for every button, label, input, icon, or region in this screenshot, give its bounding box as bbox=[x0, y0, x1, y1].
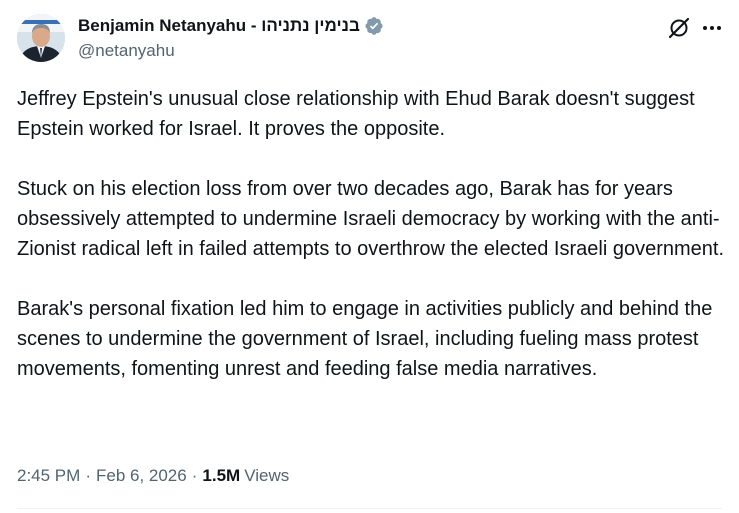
tweet-paragraph: Stuck on his election loss from over two… bbox=[17, 178, 725, 260]
grok-icon[interactable] bbox=[667, 16, 691, 40]
author-name-row[interactable]: Benjamin Netanyahu - בנימין נתניהו bbox=[78, 15, 384, 37]
avatar[interactable] bbox=[17, 14, 65, 62]
meta-separator: · bbox=[191, 466, 198, 485]
tweet-paragraph: Barak's personal fixation led him to eng… bbox=[17, 298, 713, 380]
author-display-name[interactable]: Benjamin Netanyahu - בנימין נתניהו bbox=[78, 16, 360, 36]
author-handle[interactable]: @netanyahu bbox=[78, 41, 175, 61]
tweet: Benjamin Netanyahu - בנימין נתניהו @neta… bbox=[0, 0, 739, 513]
more-options-icon[interactable] bbox=[700, 16, 724, 40]
views-label: Views bbox=[244, 466, 290, 485]
tweet-paragraph: Jeffrey Epstein's unusual close relation… bbox=[17, 88, 695, 140]
views-count: 1.5M bbox=[202, 466, 241, 485]
meta-separator: · bbox=[85, 466, 91, 485]
tweet-time[interactable]: 2:45 PM bbox=[17, 466, 80, 486]
divider bbox=[17, 508, 722, 509]
tweet-date[interactable]: Feb 6, 2026 bbox=[96, 466, 187, 486]
tweet-text: Jeffrey Epstein's unusual close relation… bbox=[17, 84, 727, 384]
verified-badge-icon[interactable] bbox=[364, 16, 384, 36]
tweet-meta: 2:45 PM · Feb 6, 2026 · 1.5M Views bbox=[17, 463, 289, 489]
